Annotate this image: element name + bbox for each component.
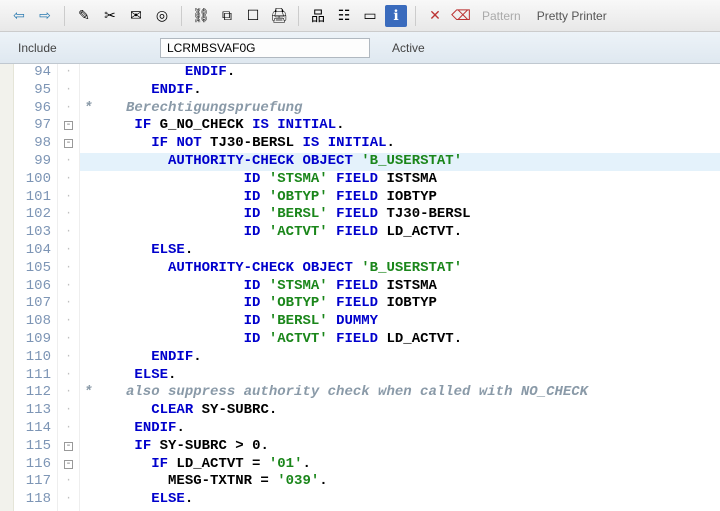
nav-forward-button[interactable]: ⇨ <box>34 5 56 27</box>
line-number: 96 <box>14 100 57 118</box>
include-status: Active <box>382 41 425 55</box>
code-line[interactable]: ID 'STSMA' FIELD ISTSMA <box>80 278 720 296</box>
info-icon[interactable]: ℹ <box>385 5 407 27</box>
print-icon[interactable]: 🖨 <box>268 5 290 27</box>
fold-toggle[interactable]: - <box>64 121 73 130</box>
code-area[interactable]: ENDIF. ENDIF.* Berechtigungspruefung IF … <box>80 64 720 511</box>
toolbar-separator <box>415 6 416 26</box>
code-line[interactable]: ID 'BERSL' FIELD TJ30-BERSL <box>80 206 720 224</box>
fold-gutter[interactable]: ···--················--·· <box>58 64 80 511</box>
line-number: 109 <box>14 331 57 349</box>
line-number: 100 <box>14 171 57 189</box>
toolbar: ⇦ ⇨ ✎ ✂ ✉ ◎ ⛓ ⧉ ☐ 🖨 品 ☷ ▭ ℹ ✕ ⌫ Pattern … <box>0 0 720 32</box>
line-number: 95 <box>14 82 57 100</box>
fold-toggle[interactable]: - <box>64 460 73 469</box>
line-number: 94 <box>14 64 57 82</box>
code-editor[interactable]: 9495969798991001011021031041051061071081… <box>0 64 720 511</box>
code-line[interactable]: ENDIF. <box>80 82 720 100</box>
line-number: 116 <box>14 456 57 474</box>
edit-icon[interactable]: ✎ <box>73 5 95 27</box>
line-number: 108 <box>14 313 57 331</box>
include-bar: Include Active <box>0 32 720 64</box>
toolbar-separator <box>298 6 299 26</box>
line-number: 103 <box>14 224 57 242</box>
hierarchy-icon[interactable]: 品 <box>307 5 329 27</box>
line-number: 114 <box>14 420 57 438</box>
pretty-printer-button[interactable]: Pretty Printer <box>531 9 613 23</box>
list-icon[interactable]: ☷ <box>333 5 355 27</box>
line-number: 110 <box>14 349 57 367</box>
code-line[interactable]: AUTHORITY-CHECK OBJECT 'B_USERSTAT' <box>80 260 720 278</box>
code-line[interactable]: ELSE. <box>80 242 720 260</box>
code-line[interactable]: ELSE. <box>80 367 720 385</box>
code-line[interactable]: IF LD_ACTVT = '01'. <box>80 456 720 474</box>
line-number: 118 <box>14 491 57 509</box>
line-number: 104 <box>14 242 57 260</box>
code-line[interactable]: AUTHORITY-CHECK OBJECT 'B_USERSTAT' <box>80 153 720 171</box>
code-line[interactable]: ELSE. <box>80 491 720 509</box>
code-line[interactable]: IF SY-SUBRC > 0. <box>80 438 720 456</box>
target-icon[interactable]: ◎ <box>151 5 173 27</box>
line-number: 106 <box>14 278 57 296</box>
line-number: 112 <box>14 384 57 402</box>
delete-icon[interactable]: ✕ <box>424 5 446 27</box>
line-number: 102 <box>14 206 57 224</box>
code-line[interactable]: ID 'OBTYP' FIELD IOBTYP <box>80 295 720 313</box>
breakpoint-gutter[interactable] <box>0 64 14 511</box>
line-number: 115 <box>14 438 57 456</box>
code-line[interactable]: ID 'OBTYP' FIELD IOBTYP <box>80 189 720 207</box>
code-line[interactable]: ENDIF. <box>80 64 720 82</box>
undo-icon[interactable]: ⌫ <box>450 5 472 27</box>
layout-icon[interactable]: ▭ <box>359 5 381 27</box>
code-line[interactable]: IF G_NO_CHECK IS INITIAL. <box>80 117 720 135</box>
line-number: 105 <box>14 260 57 278</box>
window-icon[interactable]: ☐ <box>242 5 264 27</box>
code-line[interactable]: ID 'BERSL' DUMMY <box>80 313 720 331</box>
cut-icon[interactable]: ✂ <box>99 5 121 27</box>
line-number-gutter: 9495969798991001011021031041051061071081… <box>14 64 58 511</box>
line-number: 101 <box>14 189 57 207</box>
nav-back-button[interactable]: ⇦ <box>8 5 30 27</box>
fold-toggle[interactable]: - <box>64 139 73 148</box>
code-line[interactable]: * also suppress authority check when cal… <box>80 384 720 402</box>
code-line[interactable]: CLEAR SY-SUBRC. <box>80 402 720 420</box>
copy-icon[interactable]: ⧉ <box>216 5 238 27</box>
line-number: 98 <box>14 135 57 153</box>
code-line[interactable]: ENDIF. <box>80 420 720 438</box>
code-line[interactable]: ENDIF. <box>80 349 720 367</box>
mail-icon[interactable]: ✉ <box>125 5 147 27</box>
code-line[interactable]: ID 'STSMA' FIELD ISTSMA <box>80 171 720 189</box>
code-line[interactable]: MESG-TXTNR = '039'. <box>80 473 720 491</box>
pattern-button[interactable]: Pattern <box>476 9 527 23</box>
line-number: 107 <box>14 295 57 313</box>
code-line[interactable]: IF NOT TJ30-BERSL IS INITIAL. <box>80 135 720 153</box>
code-line[interactable]: ID 'ACTVT' FIELD LD_ACTVT. <box>80 331 720 349</box>
link-icon[interactable]: ⛓ <box>190 5 212 27</box>
line-number: 111 <box>14 367 57 385</box>
toolbar-separator <box>181 6 182 26</box>
line-number: 113 <box>14 402 57 420</box>
line-number: 117 <box>14 473 57 491</box>
fold-toggle[interactable]: - <box>64 442 73 451</box>
include-input[interactable] <box>160 38 370 58</box>
toolbar-separator <box>64 6 65 26</box>
code-line[interactable]: ID 'ACTVT' FIELD LD_ACTVT. <box>80 224 720 242</box>
line-number: 99 <box>14 153 57 171</box>
line-number: 97 <box>14 117 57 135</box>
include-label: Include <box>18 41 148 55</box>
code-line[interactable]: * Berechtigungspruefung <box>80 100 720 118</box>
